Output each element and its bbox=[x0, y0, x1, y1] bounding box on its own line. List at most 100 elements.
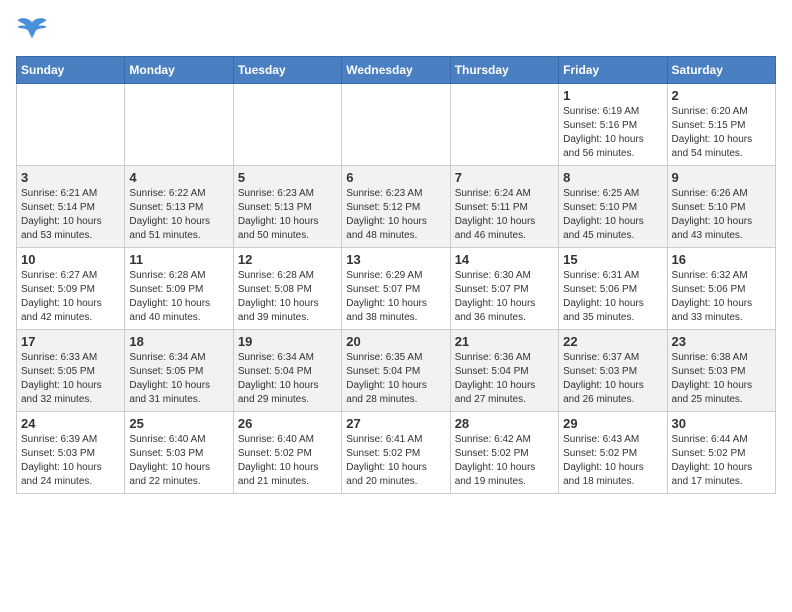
calendar-week-row: 1 Sunrise: 6:19 AMSunset: 5:16 PMDaylight… bbox=[17, 84, 776, 166]
day-number: 1 bbox=[563, 88, 662, 103]
day-info: Sunrise: 6:40 AMSunset: 5:03 PMDaylight:… bbox=[129, 433, 228, 489]
day-info: Sunrise: 6:33 AMSunset: 5:05 PMDaylight:… bbox=[21, 351, 120, 407]
day-number: 21 bbox=[455, 334, 554, 349]
day-number: 13 bbox=[346, 252, 445, 267]
day-number: 19 bbox=[238, 334, 337, 349]
day-info: Sunrise: 6:21 AMSunset: 5:14 PMDaylight:… bbox=[21, 187, 120, 243]
calendar-week-row: 3 Sunrise: 6:21 AMSunset: 5:14 PMDaylight… bbox=[17, 166, 776, 248]
calendar-empty-cell bbox=[450, 84, 558, 166]
day-info: Sunrise: 6:28 AMSunset: 5:08 PMDaylight:… bbox=[238, 269, 337, 325]
day-number: 22 bbox=[563, 334, 662, 349]
calendar-day-cell: 22 Sunrise: 6:37 AMSunset: 5:03 PMDayligh… bbox=[559, 330, 667, 412]
calendar-day-cell: 13 Sunrise: 6:29 AMSunset: 5:07 PMDayligh… bbox=[342, 248, 450, 330]
calendar-day-cell: 1 Sunrise: 6:19 AMSunset: 5:16 PMDaylight… bbox=[559, 84, 667, 166]
day-number: 29 bbox=[563, 416, 662, 431]
calendar-week-row: 10 Sunrise: 6:27 AMSunset: 5:09 PMDayligh… bbox=[17, 248, 776, 330]
day-info: Sunrise: 6:25 AMSunset: 5:10 PMDaylight:… bbox=[563, 187, 662, 243]
day-info: Sunrise: 6:19 AMSunset: 5:16 PMDaylight:… bbox=[563, 105, 662, 161]
calendar-day-cell: 29 Sunrise: 6:43 AMSunset: 5:02 PMDayligh… bbox=[559, 412, 667, 494]
day-info: Sunrise: 6:23 AMSunset: 5:12 PMDaylight:… bbox=[346, 187, 445, 243]
day-info: Sunrise: 6:35 AMSunset: 5:04 PMDaylight:… bbox=[346, 351, 445, 407]
day-info: Sunrise: 6:37 AMSunset: 5:03 PMDaylight:… bbox=[563, 351, 662, 407]
day-number: 14 bbox=[455, 252, 554, 267]
calendar-day-cell: 6 Sunrise: 6:23 AMSunset: 5:12 PMDaylight… bbox=[342, 166, 450, 248]
calendar-day-cell: 8 Sunrise: 6:25 AMSunset: 5:10 PMDaylight… bbox=[559, 166, 667, 248]
calendar-day-cell: 7 Sunrise: 6:24 AMSunset: 5:11 PMDaylight… bbox=[450, 166, 558, 248]
calendar-table: SundayMondayTuesdayWednesdayThursdayFrid… bbox=[16, 56, 776, 494]
day-info: Sunrise: 6:28 AMSunset: 5:09 PMDaylight:… bbox=[129, 269, 228, 325]
day-number: 10 bbox=[21, 252, 120, 267]
day-info: Sunrise: 6:43 AMSunset: 5:02 PMDaylight:… bbox=[563, 433, 662, 489]
day-number: 26 bbox=[238, 416, 337, 431]
day-number: 9 bbox=[672, 170, 771, 185]
day-number: 23 bbox=[672, 334, 771, 349]
calendar-day-cell: 27 Sunrise: 6:41 AMSunset: 5:02 PMDayligh… bbox=[342, 412, 450, 494]
day-info: Sunrise: 6:30 AMSunset: 5:07 PMDaylight:… bbox=[455, 269, 554, 325]
calendar-day-cell: 14 Sunrise: 6:30 AMSunset: 5:07 PMDayligh… bbox=[450, 248, 558, 330]
day-number: 18 bbox=[129, 334, 228, 349]
day-number: 5 bbox=[238, 170, 337, 185]
weekday-header: Friday bbox=[559, 57, 667, 84]
calendar-day-cell: 18 Sunrise: 6:34 AMSunset: 5:05 PMDayligh… bbox=[125, 330, 233, 412]
day-info: Sunrise: 6:27 AMSunset: 5:09 PMDaylight:… bbox=[21, 269, 120, 325]
calendar-week-row: 17 Sunrise: 6:33 AMSunset: 5:05 PMDayligh… bbox=[17, 330, 776, 412]
day-info: Sunrise: 6:39 AMSunset: 5:03 PMDaylight:… bbox=[21, 433, 120, 489]
day-info: Sunrise: 6:34 AMSunset: 5:05 PMDaylight:… bbox=[129, 351, 228, 407]
day-info: Sunrise: 6:24 AMSunset: 5:11 PMDaylight:… bbox=[455, 187, 554, 243]
calendar-day-cell: 15Sunrise: 6:31 AMSunset: 5:06 PMDayligh… bbox=[559, 248, 667, 330]
calendar-day-cell: 2 Sunrise: 6:20 AMSunset: 5:15 PMDaylight… bbox=[667, 84, 775, 166]
page-header bbox=[16, 16, 776, 44]
day-info: Sunrise: 6:36 AMSunset: 5:04 PMDaylight:… bbox=[455, 351, 554, 407]
day-info: Sunrise: 6:20 AMSunset: 5:15 PMDaylight:… bbox=[672, 105, 771, 161]
day-number: 6 bbox=[346, 170, 445, 185]
calendar-empty-cell bbox=[17, 84, 125, 166]
day-info: Sunrise: 6:23 AMSunset: 5:13 PMDaylight:… bbox=[238, 187, 337, 243]
weekday-header: Tuesday bbox=[233, 57, 341, 84]
calendar-empty-cell bbox=[125, 84, 233, 166]
calendar-day-cell: 26 Sunrise: 6:40 AMSunset: 5:02 PMDayligh… bbox=[233, 412, 341, 494]
day-info: Sunrise: 6:26 AMSunset: 5:10 PMDaylight:… bbox=[672, 187, 771, 243]
day-number: 2 bbox=[672, 88, 771, 103]
calendar-day-cell: 5 Sunrise: 6:23 AMSunset: 5:13 PMDaylight… bbox=[233, 166, 341, 248]
day-number: 25 bbox=[129, 416, 228, 431]
calendar-day-cell: 30 Sunrise: 6:44 AMSunset: 5:02 PMDayligh… bbox=[667, 412, 775, 494]
calendar-day-cell: 3 Sunrise: 6:21 AMSunset: 5:14 PMDaylight… bbox=[17, 166, 125, 248]
calendar-day-cell: 12Sunrise: 6:28 AMSunset: 5:08 PMDayligh… bbox=[233, 248, 341, 330]
calendar-day-cell: 16 Sunrise: 6:32 AMSunset: 5:06 PMDayligh… bbox=[667, 248, 775, 330]
logo-bird-icon bbox=[16, 16, 48, 44]
day-info: Sunrise: 6:42 AMSunset: 5:02 PMDaylight:… bbox=[455, 433, 554, 489]
calendar-day-cell: 24 Sunrise: 6:39 AMSunset: 5:03 PMDayligh… bbox=[17, 412, 125, 494]
day-number: 11 bbox=[129, 252, 228, 267]
day-number: 17 bbox=[21, 334, 120, 349]
day-info: Sunrise: 6:32 AMSunset: 5:06 PMDaylight:… bbox=[672, 269, 771, 325]
day-info: Sunrise: 6:44 AMSunset: 5:02 PMDaylight:… bbox=[672, 433, 771, 489]
weekday-header: Monday bbox=[125, 57, 233, 84]
day-info: Sunrise: 6:38 AMSunset: 5:03 PMDaylight:… bbox=[672, 351, 771, 407]
day-info: Sunrise: 6:34 AMSunset: 5:04 PMDaylight:… bbox=[238, 351, 337, 407]
day-info: Sunrise: 6:40 AMSunset: 5:02 PMDaylight:… bbox=[238, 433, 337, 489]
calendar-day-cell: 11 Sunrise: 6:28 AMSunset: 5:09 PMDayligh… bbox=[125, 248, 233, 330]
logo bbox=[16, 16, 52, 44]
calendar-empty-cell bbox=[233, 84, 341, 166]
calendar-empty-cell bbox=[342, 84, 450, 166]
calendar-day-cell: 4Sunrise: 6:22 AMSunset: 5:13 PMDaylight… bbox=[125, 166, 233, 248]
day-number: 28 bbox=[455, 416, 554, 431]
day-info: Sunrise: 6:41 AMSunset: 5:02 PMDaylight:… bbox=[346, 433, 445, 489]
day-number: 30 bbox=[672, 416, 771, 431]
calendar-day-cell: 20Sunrise: 6:35 AMSunset: 5:04 PMDayligh… bbox=[342, 330, 450, 412]
weekday-header: Wednesday bbox=[342, 57, 450, 84]
day-number: 3 bbox=[21, 170, 120, 185]
day-number: 27 bbox=[346, 416, 445, 431]
day-info: Sunrise: 6:31 AMSunset: 5:06 PMDaylight:… bbox=[563, 269, 662, 325]
calendar-day-cell: 9 Sunrise: 6:26 AMSunset: 5:10 PMDaylight… bbox=[667, 166, 775, 248]
day-number: 24 bbox=[21, 416, 120, 431]
calendar-day-cell: 25 Sunrise: 6:40 AMSunset: 5:03 PMDayligh… bbox=[125, 412, 233, 494]
calendar-day-cell: 23 Sunrise: 6:38 AMSunset: 5:03 PMDayligh… bbox=[667, 330, 775, 412]
weekday-header: Saturday bbox=[667, 57, 775, 84]
day-info: Sunrise: 6:29 AMSunset: 5:07 PMDaylight:… bbox=[346, 269, 445, 325]
calendar-day-cell: 10 Sunrise: 6:27 AMSunset: 5:09 PMDayligh… bbox=[17, 248, 125, 330]
day-number: 7 bbox=[455, 170, 554, 185]
calendar-day-cell: 21 Sunrise: 6:36 AMSunset: 5:04 PMDayligh… bbox=[450, 330, 558, 412]
day-number: 16 bbox=[672, 252, 771, 267]
day-number: 8 bbox=[563, 170, 662, 185]
